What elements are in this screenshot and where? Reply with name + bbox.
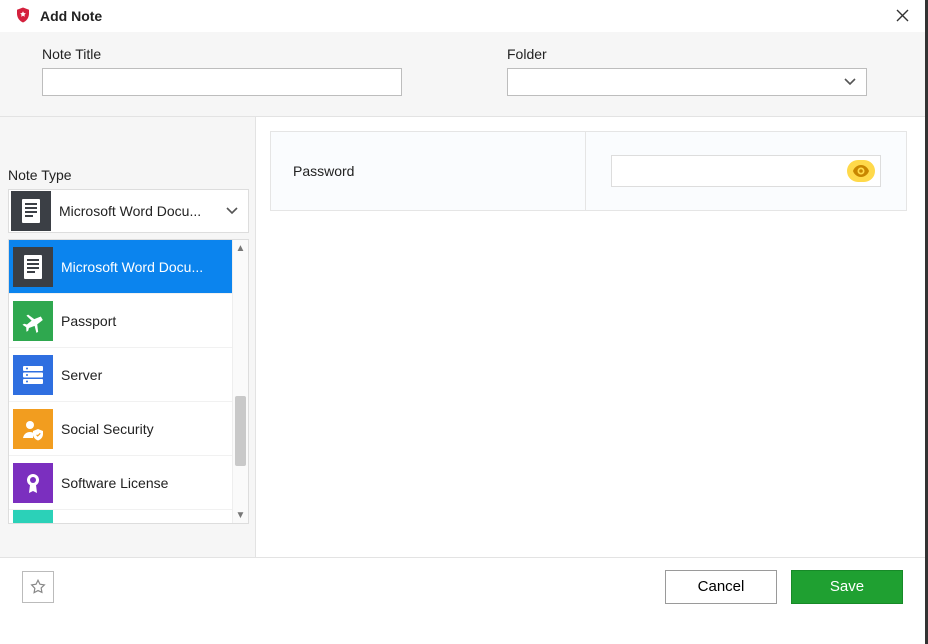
scroll-up-arrow-icon: ▲ <box>233 240 248 256</box>
favorite-button[interactable] <box>22 571 54 603</box>
list-item[interactable]: Passport <box>9 294 232 348</box>
password-field-row: Password <box>270 131 907 211</box>
chevron-down-icon <box>844 78 856 86</box>
note-title-input[interactable] <box>42 68 402 96</box>
app-shield-icon <box>14 6 32 27</box>
cancel-button[interactable]: Cancel <box>665 570 777 604</box>
list-item[interactable]: Social Security <box>9 402 232 456</box>
document-icon <box>13 247 53 287</box>
list-item[interactable]: Server <box>9 348 232 402</box>
list-item[interactable] <box>9 510 232 523</box>
note-title-label: Note Title <box>42 46 402 62</box>
scrollbar-thumb[interactable] <box>235 396 246 466</box>
list-item-label: Server <box>61 367 232 383</box>
reveal-password-button[interactable] <box>847 160 875 182</box>
folder-select[interactable] <box>507 68 867 96</box>
server-icon <box>13 355 53 395</box>
list-item-label: Microsoft Word Docu... <box>61 259 232 275</box>
note-type-list: Microsoft Word Docu... Passport Server <box>8 239 249 524</box>
person-shield-icon <box>13 409 53 449</box>
list-item-label: Software License <box>61 475 232 491</box>
save-button[interactable]: Save <box>791 570 903 604</box>
note-type-select-value: Microsoft Word Docu... <box>59 203 248 219</box>
list-item[interactable]: Microsoft Word Docu... <box>9 240 232 294</box>
eye-icon <box>853 165 869 177</box>
title-bar: Add Note <box>0 0 925 32</box>
note-type-label: Note Type <box>0 167 255 189</box>
footer: Cancel Save <box>0 557 925 615</box>
list-item-label: Passport <box>61 313 232 329</box>
close-icon <box>896 9 909 22</box>
document-icon <box>11 191 51 231</box>
header-section: Note Title Folder <box>0 32 925 117</box>
generic-icon <box>13 510 53 523</box>
close-button[interactable] <box>890 6 915 27</box>
list-item-label: Social Security <box>61 421 232 437</box>
window-title: Add Note <box>40 8 102 24</box>
chevron-down-icon <box>226 207 238 215</box>
folder-label: Folder <box>507 46 867 62</box>
scroll-down-arrow-icon: ▼ <box>233 507 248 523</box>
scrollbar[interactable]: ▲ ▼ <box>232 240 248 523</box>
password-input-wrap <box>611 155 881 187</box>
star-icon <box>29 578 47 596</box>
sidebar: Note Type Microsoft Word Docu... Microso… <box>0 117 256 557</box>
note-type-select[interactable]: Microsoft Word Docu... <box>8 189 249 233</box>
password-input[interactable] <box>612 156 847 186</box>
plane-icon <box>13 301 53 341</box>
password-label: Password <box>293 163 354 179</box>
main-panel: Password <box>256 117 925 557</box>
license-icon <box>13 463 53 503</box>
list-item[interactable]: Software License <box>9 456 232 510</box>
